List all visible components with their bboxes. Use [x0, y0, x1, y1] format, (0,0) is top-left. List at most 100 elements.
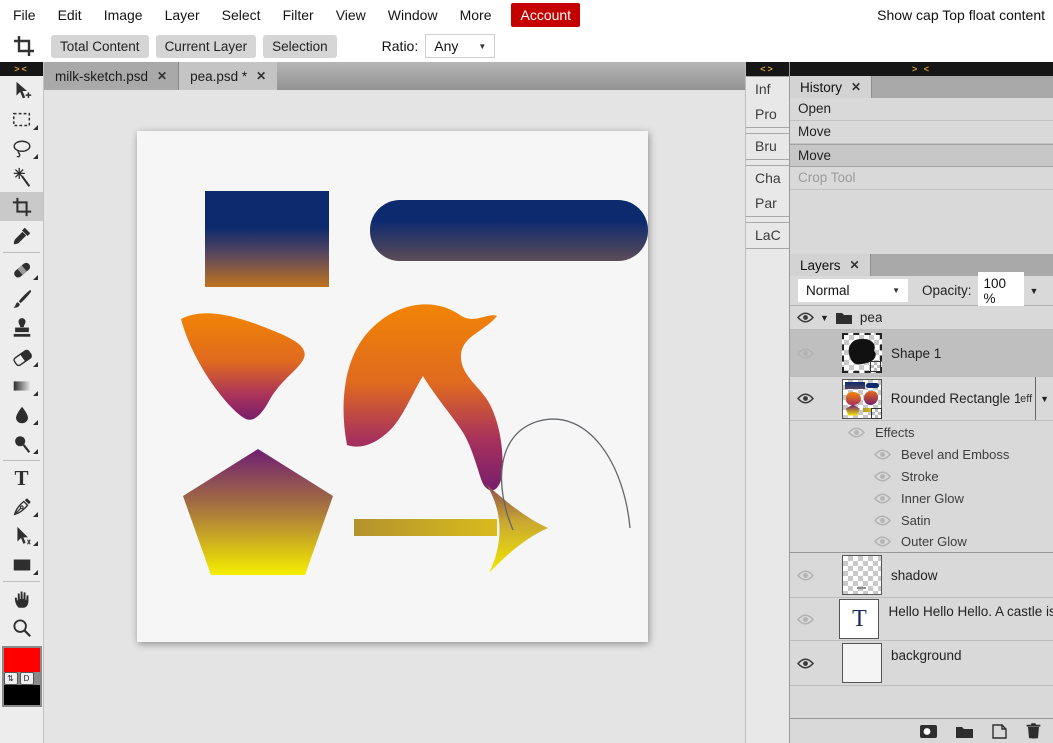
effects-collapse-button[interactable]: ▼	[1035, 377, 1053, 420]
layer-thumbnail[interactable]: T	[839, 599, 879, 639]
layer-thumbnail[interactable]	[842, 555, 882, 595]
close-icon[interactable]: ✕	[157, 69, 167, 83]
tab-pea[interactable]: pea.psd * ✕	[179, 62, 277, 90]
layer-thumbnail[interactable]	[842, 333, 882, 373]
foreground-color-swatch[interactable]	[4, 648, 40, 672]
visibility-eye-icon[interactable]	[797, 658, 814, 669]
blend-mode-select[interactable]: Normal ▼	[798, 279, 908, 302]
path-select-tool-button[interactable]	[0, 521, 43, 550]
eraser-tool-button[interactable]	[0, 342, 43, 371]
menu-select[interactable]: Select	[211, 7, 272, 23]
opacity-input[interactable]: 100 %	[978, 272, 1024, 310]
rail-collapse-button[interactable]: <>	[746, 62, 789, 76]
selection-button[interactable]: Selection	[263, 35, 337, 58]
rail-item-layercomps[interactable]: LaC	[746, 223, 789, 248]
tab-milk-sketch[interactable]: milk-sketch.psd ✕	[44, 62, 179, 90]
visibility-eye-icon[interactable]	[797, 312, 814, 323]
pen-tool-button[interactable]	[0, 492, 43, 521]
opacity-dropdown-icon[interactable]: ▼	[1030, 286, 1039, 296]
rail-item-channels[interactable]: Cha	[746, 166, 789, 191]
rail-item-brush[interactable]: Bru	[746, 134, 789, 159]
spot-heal-tool-button[interactable]	[0, 255, 43, 284]
effect-inner-glow[interactable]: Inner Glow	[790, 487, 1053, 509]
delete-layer-trash-icon[interactable]	[1026, 723, 1041, 739]
swap-colors-button[interactable]: ⇅	[4, 672, 18, 685]
menu-filter[interactable]: Filter	[272, 7, 325, 23]
chevron-down-icon: ▼	[1040, 394, 1049, 404]
layer-group-pea[interactable]: ▼ pea	[790, 306, 1053, 330]
total-content-button[interactable]: Total Content	[51, 35, 149, 58]
default-colors-button[interactable]: D	[20, 672, 34, 685]
menu-window[interactable]: Window	[377, 7, 449, 23]
layer-row-background[interactable]: background	[790, 641, 1053, 686]
layer-row-rounded-rectangle[interactable]: Rounded Rectangle 1 eff ▼	[790, 377, 1053, 421]
effects-row[interactable]: Effects	[790, 421, 1053, 443]
type-tool-button[interactable]: T	[0, 463, 43, 492]
new-group-folder-icon[interactable]	[956, 725, 973, 738]
rail-item-info[interactable]: Inf	[746, 77, 789, 102]
history-item-move-current[interactable]: Move	[790, 144, 1053, 167]
background-color-swatch[interactable]	[4, 685, 40, 705]
layer-thumbnail[interactable]	[842, 643, 882, 683]
blur-tool-button[interactable]	[0, 400, 43, 429]
hand-tool-button[interactable]	[0, 584, 43, 613]
visibility-eye-icon[interactable]	[874, 536, 891, 547]
eyedropper-tool-button[interactable]	[0, 221, 43, 250]
visibility-eye-icon[interactable]	[874, 493, 891, 504]
marquee-tool-button[interactable]	[0, 105, 43, 134]
rail-item-properties[interactable]: Pro	[746, 102, 789, 127]
menu-more[interactable]: More	[449, 7, 503, 23]
menu-image[interactable]: Image	[93, 7, 154, 23]
layer-thumbnail[interactable]	[842, 379, 882, 419]
menu-layer[interactable]: Layer	[154, 7, 211, 23]
close-icon[interactable]: ✕	[850, 258, 860, 272]
shape-tool-button[interactable]	[0, 550, 43, 579]
effect-bevel-emboss[interactable]: Bevel and Emboss	[790, 443, 1053, 465]
history-tab[interactable]: History ✕	[790, 76, 872, 98]
visibility-eye-icon[interactable]	[797, 570, 814, 581]
color-swatches[interactable]: ⇅ D	[2, 646, 42, 707]
toolbar-collapse-button[interactable]: ><	[0, 62, 43, 76]
visibility-eye-icon[interactable]	[848, 427, 865, 438]
menu-view[interactable]: View	[325, 7, 377, 23]
layer-row-shadow[interactable]: shadow	[790, 553, 1053, 598]
crop-tool-button[interactable]	[0, 192, 43, 221]
tool-sidebar: ><	[0, 62, 44, 743]
history-item-crop-tool[interactable]: Crop Tool	[790, 167, 1053, 190]
lasso-tool-button[interactable]	[0, 134, 43, 163]
close-icon[interactable]: ✕	[851, 80, 861, 94]
dodge-tool-button[interactable]	[0, 429, 43, 458]
gradient-tool-button[interactable]	[0, 371, 43, 400]
group-expand-icon[interactable]: ▼	[820, 313, 829, 323]
effect-stroke[interactable]: Stroke	[790, 465, 1053, 487]
magic-wand-tool-button[interactable]	[0, 163, 43, 192]
menu-file[interactable]: File	[2, 7, 47, 23]
zoom-tool-button[interactable]	[0, 613, 43, 642]
effect-outer-glow[interactable]: Outer Glow	[790, 531, 1053, 553]
move-tool-button[interactable]	[0, 76, 43, 105]
current-layer-button[interactable]: Current Layer	[156, 35, 257, 58]
visibility-eye-icon[interactable]	[874, 471, 891, 482]
visibility-eye-icon[interactable]	[797, 348, 814, 359]
close-icon[interactable]: ✕	[256, 69, 266, 83]
visibility-eye-icon[interactable]	[797, 393, 814, 404]
add-mask-icon[interactable]	[920, 725, 937, 738]
history-item-move[interactable]: Move	[790, 121, 1053, 144]
ratio-select[interactable]: Any ▼	[425, 34, 495, 58]
clone-stamp-tool-button[interactable]	[0, 313, 43, 342]
brush-tool-button[interactable]	[0, 284, 43, 313]
menu-edit[interactable]: Edit	[47, 7, 93, 23]
visibility-eye-icon[interactable]	[797, 614, 814, 625]
canvas[interactable]	[137, 131, 648, 642]
layers-tab[interactable]: Layers ✕	[790, 254, 871, 276]
panel-collapse-button[interactable]: > <	[790, 62, 1053, 76]
rail-item-paths[interactable]: Par	[746, 191, 789, 216]
history-item-open[interactable]: Open	[790, 98, 1053, 121]
effect-satin[interactable]: Satin	[790, 509, 1053, 531]
layer-row-text[interactable]: T Hello Hello Hello. A castle is a t	[790, 598, 1053, 641]
visibility-eye-icon[interactable]	[874, 449, 891, 460]
new-layer-icon[interactable]	[992, 724, 1007, 739]
account-button[interactable]: Account	[511, 3, 580, 27]
visibility-eye-icon[interactable]	[874, 515, 891, 526]
layer-row-shape1[interactable]: Shape 1	[790, 330, 1053, 377]
